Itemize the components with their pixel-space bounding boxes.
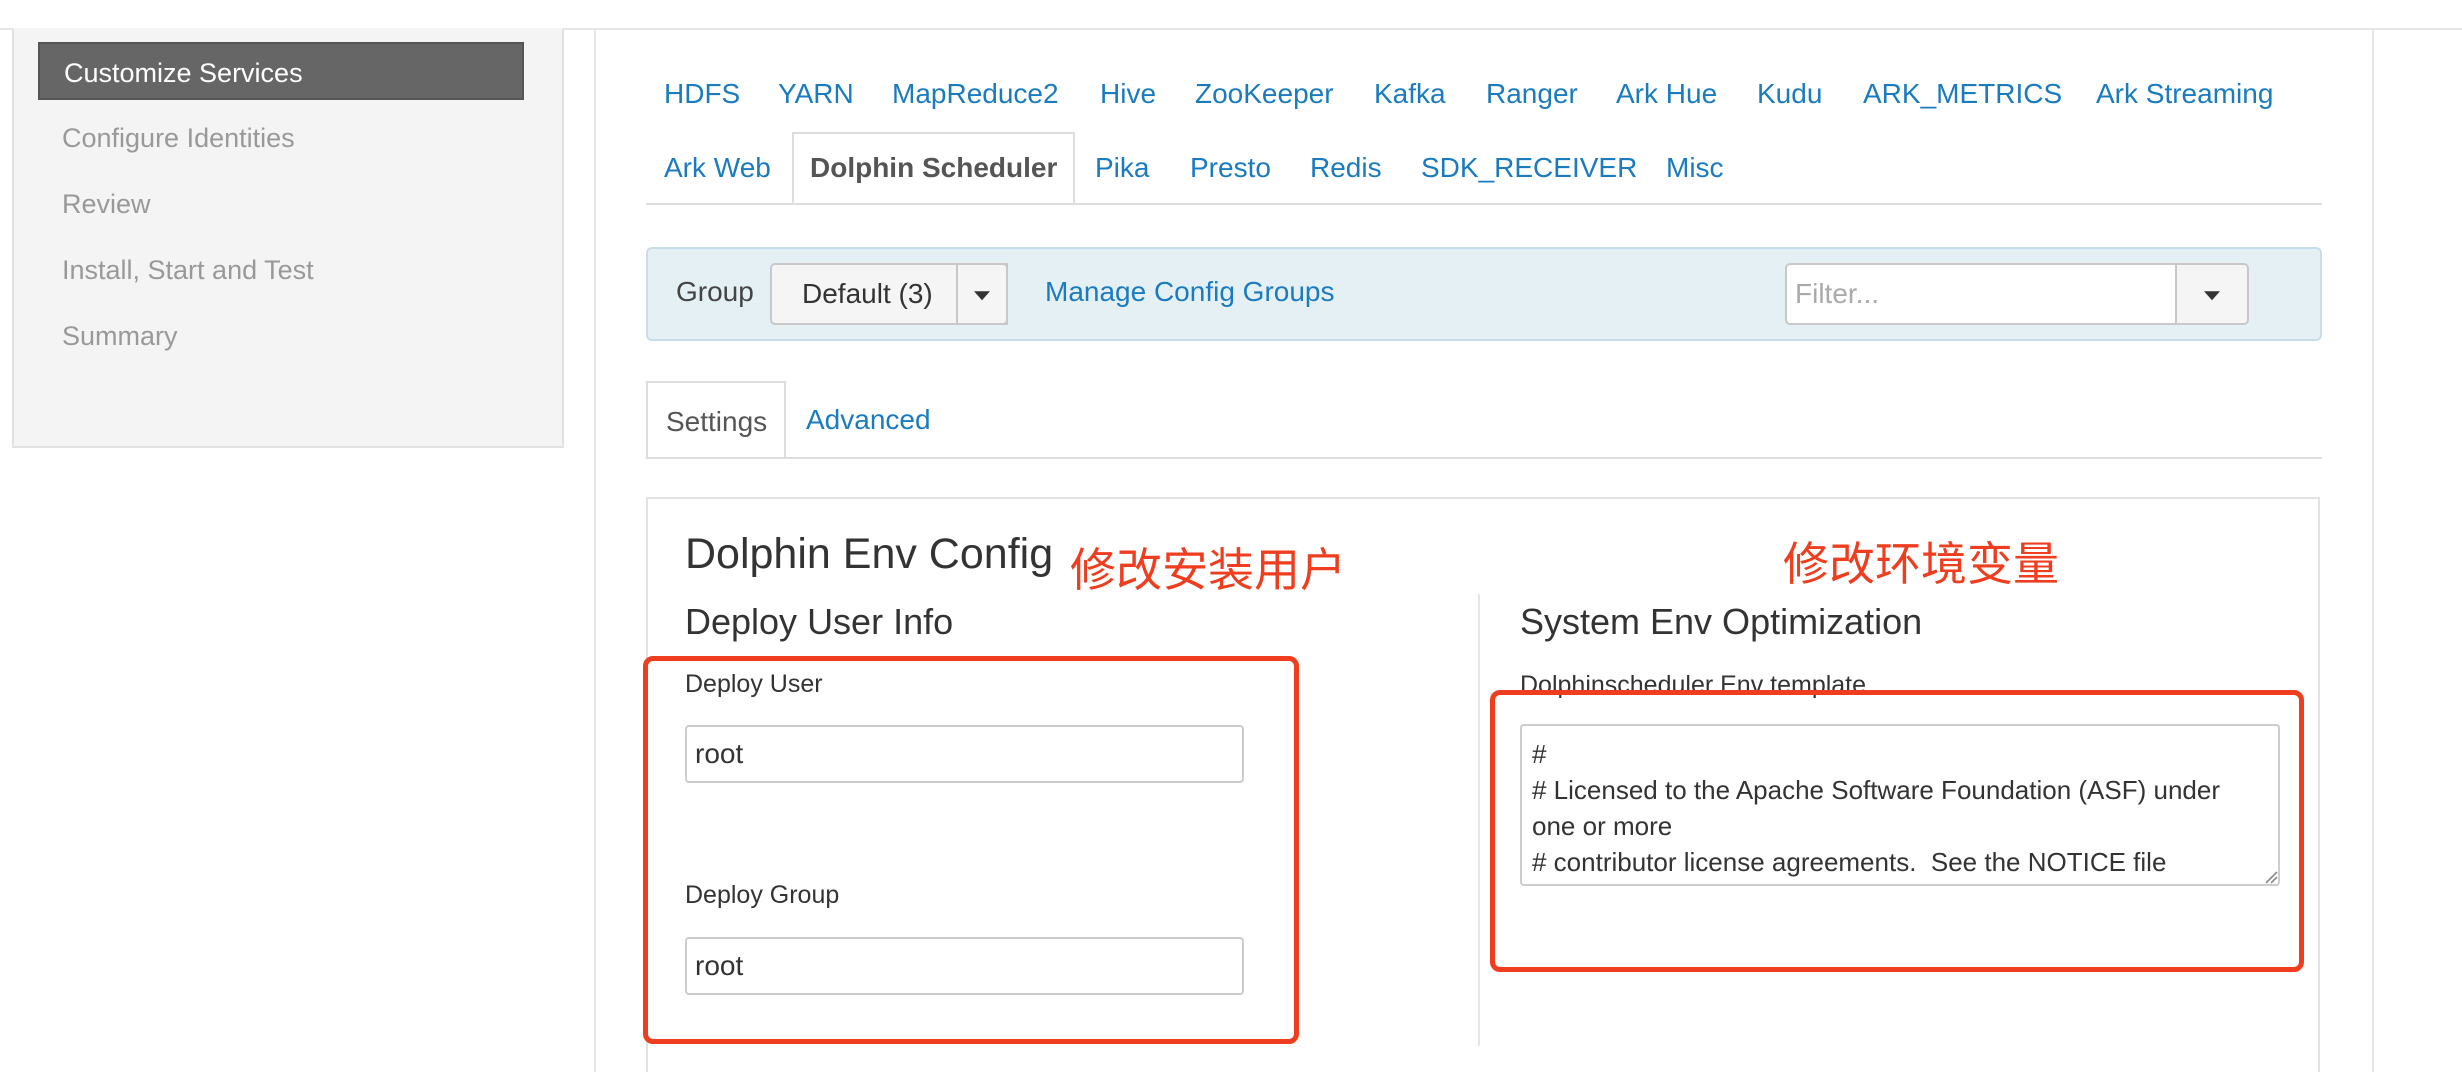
filter-dropdown-button[interactable] (2175, 263, 2249, 325)
tab-ark-streaming[interactable]: Ark Streaming (2096, 62, 2273, 126)
tab-ranger[interactable]: Ranger (1486, 62, 1578, 126)
tab-advanced[interactable]: Advanced (806, 381, 931, 459)
tab-hdfs[interactable]: HDFS (664, 62, 740, 126)
chevron-down-icon (974, 291, 990, 301)
annotation-box-deploy-user (643, 656, 1299, 1044)
tab-pika[interactable]: Pika (1095, 136, 1149, 200)
system-env-optimization-title: System Env Optimization (1520, 601, 1923, 642)
main-panel-border-right (2372, 28, 2374, 1072)
tab-ark-hue[interactable]: Ark Hue (1616, 62, 1717, 126)
deploy-user-info-title: Deploy User Info (685, 601, 954, 642)
sidebar-item-review[interactable]: Review (38, 175, 524, 233)
annotation-note-install-user: 修改安装用户 (1070, 544, 1346, 596)
sidebar-item-customize-services[interactable]: Customize Services (38, 42, 524, 100)
top-bar (0, 0, 2462, 30)
tab-mapreduce2[interactable]: MapReduce2 (892, 62, 1059, 126)
tab-misc[interactable]: Misc (1666, 136, 1724, 200)
chevron-down-icon (2204, 291, 2220, 301)
tab-kudu[interactable]: Kudu (1757, 62, 1822, 126)
config-group-dropdown-button[interactable] (956, 263, 1008, 325)
sidebar-item-configure-identities[interactable]: Configure Identities (38, 109, 524, 167)
tab-sdk-receiver[interactable]: SDK_RECEIVER (1421, 136, 1637, 200)
manage-config-groups-link[interactable]: Manage Config Groups (1045, 272, 1335, 312)
annotation-note-env-vars: 修改环境变量 (1783, 538, 2059, 590)
tab-ark-metrics[interactable]: ARK_METRICS (1863, 62, 2062, 126)
service-tabs-underline (646, 203, 2322, 205)
column-divider (1478, 594, 1480, 1046)
main-panel-border-left (594, 28, 596, 1072)
tab-presto[interactable]: Presto (1190, 136, 1271, 200)
sidebar-item-summary[interactable]: Summary (38, 307, 524, 365)
tab-zookeeper[interactable]: ZooKeeper (1195, 62, 1334, 126)
settings-tabs-underline (646, 457, 2322, 459)
tab-kafka[interactable]: Kafka (1374, 62, 1446, 126)
filter-input[interactable] (1785, 263, 2177, 325)
tab-settings[interactable]: Settings (646, 381, 786, 459)
config-section-title: Dolphin Env Config (685, 530, 1054, 578)
tab-ark-web[interactable]: Ark Web (664, 136, 771, 200)
tab-hive[interactable]: Hive (1100, 62, 1156, 126)
tab-yarn[interactable]: YARN (778, 62, 854, 126)
tab-redis[interactable]: Redis (1310, 136, 1382, 200)
sidebar-item-install-start-test[interactable]: Install, Start and Test (38, 241, 524, 299)
annotation-box-env-template (1490, 690, 2304, 972)
group-label: Group (676, 276, 754, 307)
tab-dolphin-scheduler[interactable]: Dolphin Scheduler (792, 132, 1076, 204)
